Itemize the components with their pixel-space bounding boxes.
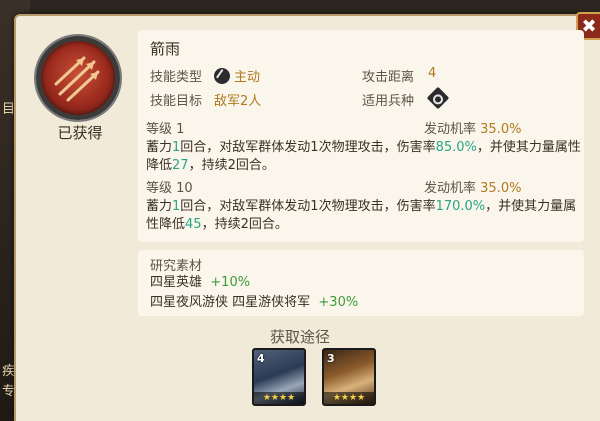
star-rating: ★★★★	[254, 392, 304, 404]
research-row: 四星夜风游侠 四星游侠将军 +30%	[150, 295, 359, 310]
arrows-icon	[54, 56, 100, 102]
unit-type-label: 适用兵种	[362, 94, 415, 109]
level-description: 蓄力1回合，对敌军群体发动1次物理攻击，伤害率85.0%，并使其力量属性降低27…	[146, 140, 581, 173]
hero-stage: 3	[327, 352, 335, 365]
skill-type-label: 技能类型	[150, 70, 203, 85]
target-value: 敌军2人	[214, 94, 262, 109]
star-rating: ★★★★	[324, 392, 374, 404]
skill-name: 箭雨	[150, 40, 181, 58]
hero-stage: 4	[257, 352, 265, 365]
research-row: 四星英雄 +10%	[150, 275, 251, 290]
trigger-chance: 发动机率 35.0%	[424, 181, 522, 196]
acquire-title: 获取途径	[269, 328, 330, 346]
range-value: 4	[428, 66, 437, 81]
active-skill-icon	[214, 68, 230, 84]
skill-type-value: 主动	[214, 66, 260, 85]
range-label: 攻击距离	[362, 70, 415, 85]
hero-card-ranger-general[interactable]: 3 ★★★★	[322, 348, 376, 406]
level-description: 蓄力1回合，对敌军群体发动1次物理攻击，伤害率170.0%，并使其力量属性降低4…	[146, 199, 577, 232]
level-label: 等级 10	[146, 181, 193, 196]
target-label: 技能目标	[150, 94, 203, 109]
hero-card-night-wind-ranger[interactable]: 4 ★★★★	[252, 348, 306, 406]
level-label: 等级 1	[146, 122, 185, 137]
research-title: 研究素材	[150, 259, 203, 274]
trigger-chance: 发动机率 35.0%	[424, 122, 522, 137]
acquired-status: 已获得	[57, 124, 103, 142]
skill-icon-arrow-rain	[36, 36, 120, 120]
